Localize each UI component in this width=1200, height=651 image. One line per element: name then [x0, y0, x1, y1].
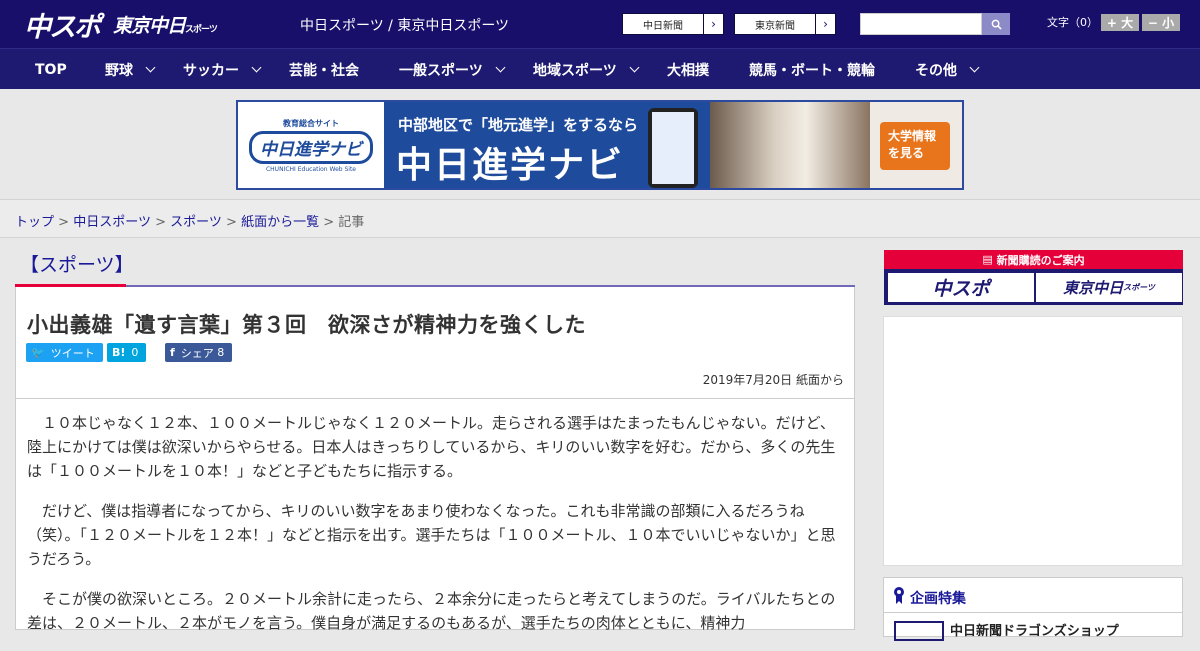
feature-title: 企画特集	[910, 591, 966, 607]
font-size-label: 文字（0）	[1047, 16, 1098, 29]
font-larger-button[interactable]: + 大	[1101, 14, 1139, 31]
banner-subtitle: 中部地区で「地元進学」をするなら	[398, 116, 639, 134]
subscription-box: ▤ 新聞購読のご案内 中スポ 東京中日 スポーツ	[884, 250, 1183, 305]
site-header: 中スポ 東京中日スポーツ 中日スポーツ / 東京中日スポーツ 中日新聞 › 東京…	[0, 0, 1200, 48]
breadcrumb-current: 記事	[338, 215, 365, 230]
category-label: 【スポーツ】	[20, 254, 134, 276]
subscribe-tokyo-chunichi-button[interactable]: 東京中日 スポーツ	[1036, 273, 1182, 302]
ribbon-icon	[894, 587, 904, 604]
search-icon	[991, 19, 1002, 30]
main-nav: TOP 野球 サッカー 芸能・社会 一般スポーツ 地域スポーツ 大相撲 競馬・ボ…	[0, 48, 1200, 89]
article-paragraph: だけど、僕は指導者になってから、キリのいい数字をあまり使わなくなった。これも非常…	[27, 502, 836, 568]
facebook-icon: f	[170, 346, 175, 359]
divider	[16, 398, 854, 399]
hatena-bookmark-button[interactable]: B! 0	[107, 343, 147, 362]
chevron-right-icon: ›	[703, 14, 723, 34]
smartphone-image	[648, 108, 698, 188]
banner-area: 教育総合サイト 中日進学ナビ CHUNICHI Education Web Si…	[0, 89, 1200, 200]
ad-banner-chunichi-shingaku-navi[interactable]: 教育総合サイト 中日進学ナビ CHUNICHI Education Web Si…	[236, 100, 964, 190]
nav-item-local-sports[interactable]: 地域スポーツ	[533, 49, 640, 90]
twitter-icon: 🐦	[31, 346, 45, 359]
article: 小出義雄「遺す言葉」第３回 欲深さが精神力を強くした 🐦 ツイート B! 0 f シェ…	[15, 287, 855, 632]
chuspo-logo: 中スポ	[24, 11, 101, 43]
tokyo-chunichi-logo: 東京中日スポーツ	[113, 14, 218, 37]
divider	[884, 612, 1182, 613]
search-input[interactable]	[860, 13, 982, 35]
nav-item-general-sports[interactable]: 一般スポーツ	[399, 49, 506, 90]
article-body: １０本じゃなく１２本、１００メートルじゃなく１２０メートル。走らされる選手はたま…	[27, 411, 844, 651]
nav-item-entertainment[interactable]: 芸能・社会	[289, 49, 359, 90]
feature-box: 企画特集 中日新聞ドラゴンズショップ	[883, 577, 1183, 641]
nav-item-racing[interactable]: 競馬・ボート・競輪	[749, 49, 875, 90]
article-headline: 小出義雄「遺す言葉」第３回 欲深さが精神力を強くした	[27, 313, 586, 337]
banner-cta: 大学情報を見る	[880, 122, 950, 170]
font-smaller-button[interactable]: − 小	[1142, 14, 1180, 31]
facebook-share-button[interactable]: f シェア 8	[165, 343, 233, 362]
banner-logo: 教育総合サイト 中日進学ナビ CHUNICHI Education Web Si…	[238, 102, 384, 188]
nav-item-baseball[interactable]: 野球	[105, 49, 156, 90]
site-title: 中日スポーツ / 東京中日スポーツ	[300, 18, 510, 34]
students-photo	[710, 102, 870, 188]
banner-title: 中日進学ナビ	[396, 145, 625, 186]
article-paragraph: １０本じゃなく１２本、１００メートルじゃなく１２０メートル。走らされる選手はたま…	[27, 414, 836, 480]
chevron-down-icon	[629, 62, 640, 73]
tweet-button[interactable]: 🐦 ツイート	[26, 343, 103, 362]
hatena-icon: B!	[112, 346, 126, 359]
site-logo[interactable]: 中スポ 東京中日スポーツ	[24, 8, 218, 43]
breadcrumb-link-paper-list[interactable]: 紙面から一覧	[241, 215, 319, 230]
nav-item-other[interactable]: その他	[915, 49, 980, 90]
chevron-right-icon: ›	[815, 14, 835, 34]
nav-item-sumo[interactable]: 大相撲	[667, 49, 709, 90]
chevron-down-icon	[495, 62, 506, 73]
article-date: 2019年7月20日 紙面から	[702, 373, 844, 387]
chevron-down-icon	[969, 62, 980, 73]
subscription-title: ▤ 新聞購読のご案内	[884, 250, 1183, 269]
search-button[interactable]	[982, 13, 1010, 35]
chevron-down-icon	[145, 62, 156, 73]
nav-item-soccer[interactable]: サッカー	[183, 49, 262, 90]
subscribe-chuspo-button[interactable]: 中スポ	[888, 273, 1034, 302]
sidebar-ad	[883, 316, 1183, 566]
feature-thumbnail[interactable]	[894, 621, 944, 641]
chevron-down-icon	[251, 62, 262, 73]
breadcrumb-bar: トップ > 中日スポーツ > スポーツ > 紙面から一覧 > 記事	[0, 200, 1200, 238]
newspaper-icon: ▤	[982, 253, 997, 266]
breadcrumb-link-sports[interactable]: スポーツ	[170, 215, 222, 230]
nav-item-top[interactable]: TOP	[35, 49, 67, 90]
chunichi-shimbun-link[interactable]: 中日新聞 ›	[622, 13, 724, 35]
link-label: 東京新聞	[755, 20, 795, 32]
tokyo-shimbun-link[interactable]: 東京新聞 ›	[734, 13, 836, 35]
breadcrumb-link-chuspo[interactable]: 中日スポーツ	[73, 215, 151, 230]
link-label: 中日新聞	[643, 20, 683, 32]
breadcrumb: トップ > 中日スポーツ > スポーツ > 紙面から一覧 > 記事	[15, 215, 365, 230]
breadcrumb-link-top[interactable]: トップ	[15, 215, 54, 230]
article-paragraph: そこが僕の欲深いところ。２０メートル余計に走ったら、２本余分に走ったらと考えてし…	[27, 590, 836, 632]
